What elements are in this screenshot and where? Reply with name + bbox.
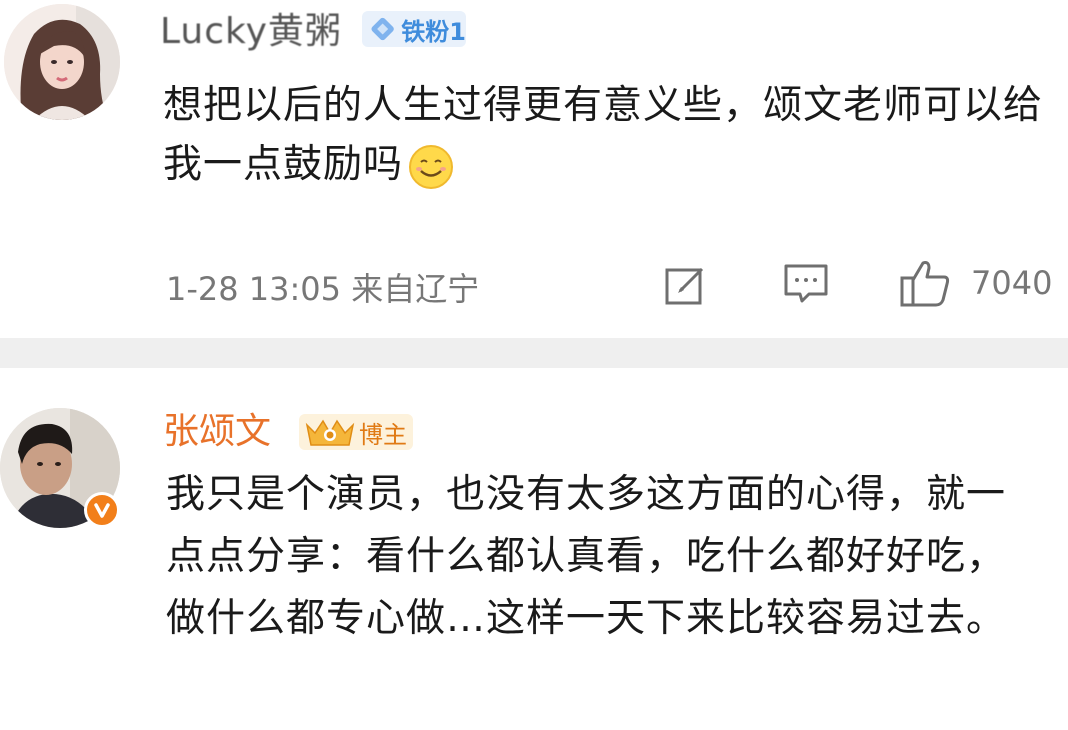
comment-meta: 1-28 13:05 来自辽宁 [166, 270, 480, 308]
divider [0, 338, 1068, 368]
blogger-badge-label: 博主 [359, 420, 407, 449]
username[interactable]: Lucky黄粥 [160, 12, 342, 52]
avatar[interactable] [4, 4, 120, 120]
fan-badge[interactable]: 铁粉1 [362, 11, 466, 47]
verified-v-icon [84, 492, 120, 528]
crown-icon [305, 419, 355, 446]
reply-icon[interactable] [783, 263, 829, 305]
like-count: 7040 [971, 264, 1053, 302]
edit-icon[interactable] [664, 263, 708, 307]
comment-text: 想把以后的人生过得更有意义些，颂文老师可以给我一点鼓励吗 [163, 76, 1063, 194]
blogger-badge[interactable]: 博主 [299, 414, 413, 450]
fan-badge-label: 铁粉1 [401, 17, 466, 46]
avatar-photo [4, 4, 120, 120]
v-glyph [94, 503, 110, 518]
thumbs-up-icon[interactable] [899, 258, 951, 308]
username[interactable]: 张颂文 [163, 412, 271, 452]
comment-body: 想把以后的人生过得更有意义些，颂文老师可以给我一点鼓励吗 [163, 83, 1044, 187]
comment-card: Lucky黄粥 铁粉1 想把以后的人生过得更有意义些，颂文老师可以给我一点鼓励吗… [0, 0, 1068, 338]
diamond-icon [371, 17, 394, 41]
comment-text: 我只是个演员，也没有太多这方面的心得，就一点点分享：看什么都认真看，吃什么都好好… [166, 472, 1007, 641]
smile-emoji-icon [409, 144, 454, 189]
